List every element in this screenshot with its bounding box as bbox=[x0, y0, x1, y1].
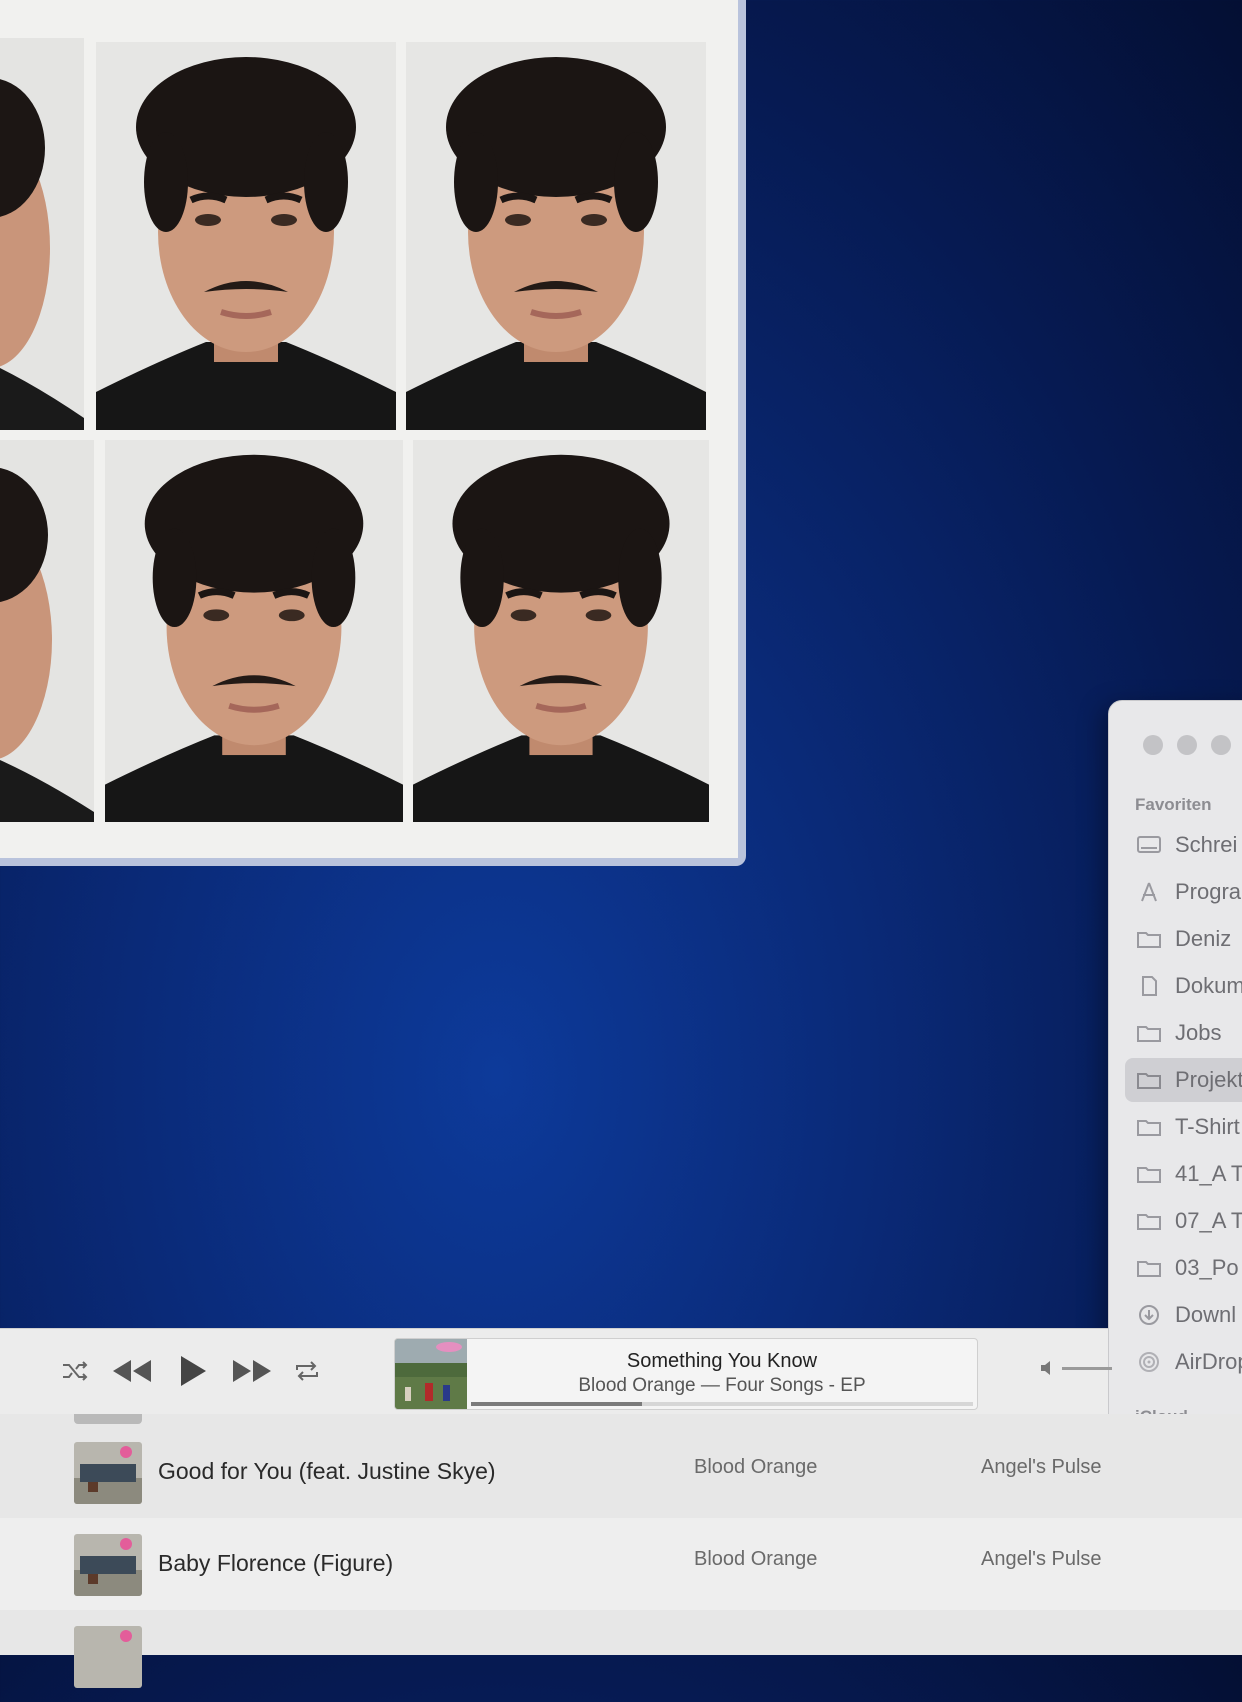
sidebar-item-07a[interactable]: 07_A T bbox=[1125, 1199, 1242, 1243]
sidebar-heading-favorites: Favoriten bbox=[1135, 795, 1212, 814]
song-album: Angel's Pulse bbox=[981, 1548, 1102, 1570]
song-album: Angel's Pulse bbox=[981, 1456, 1102, 1478]
folder-icon bbox=[1135, 1210, 1163, 1232]
song-list: Good for You (feat. Justine Skye) Blood … bbox=[0, 1414, 1242, 1688]
rewind-icon bbox=[113, 1360, 151, 1382]
album-artwork bbox=[74, 1626, 142, 1688]
portrait-photo bbox=[96, 42, 396, 430]
next-track-button[interactable] bbox=[230, 1353, 274, 1389]
song-title: Baby Florence (Figure) bbox=[158, 1550, 394, 1576]
sidebar-item-label: Downl bbox=[1175, 1302, 1237, 1327]
album-artwork bbox=[74, 1442, 142, 1504]
minimize-window-button[interactable] bbox=[1177, 735, 1197, 755]
sidebar-item-41a[interactable]: 41_A T bbox=[1125, 1152, 1242, 1196]
sidebar-item-label: Deniz bbox=[1175, 926, 1232, 951]
shuffle-icon bbox=[63, 1361, 88, 1381]
portrait-photo bbox=[0, 38, 84, 430]
now-playing-title: Something You Know bbox=[626, 1350, 818, 1372]
song-artist: Blood Orange bbox=[694, 1548, 818, 1570]
sidebar-item-label: Jobs bbox=[1175, 1020, 1222, 1045]
sidebar-item-label: 07_A T bbox=[1175, 1208, 1242, 1233]
sidebar-item-label: Projekt bbox=[1175, 1067, 1242, 1092]
repeat-icon bbox=[296, 1361, 318, 1381]
zoom-window-button[interactable] bbox=[1211, 735, 1231, 755]
play-icon bbox=[181, 1356, 206, 1386]
volume-control[interactable] bbox=[1040, 1360, 1112, 1376]
portrait-photo bbox=[413, 440, 709, 822]
volume-icon bbox=[1041, 1361, 1050, 1375]
now-playing-display[interactable]: Something You Know Blood Orange — Four S… bbox=[394, 1338, 978, 1410]
sidebar-item-deniz[interactable]: Deniz bbox=[1125, 917, 1242, 961]
table-row[interactable]: Good for You (feat. Justine Skye) Blood … bbox=[0, 1426, 1242, 1518]
folder-icon bbox=[1135, 928, 1163, 950]
album-artwork bbox=[74, 1534, 142, 1596]
desktop-icon bbox=[1135, 834, 1163, 856]
sidebar-item-label: Schrei bbox=[1175, 832, 1238, 857]
download-icon bbox=[1135, 1304, 1163, 1326]
sidebar-item-documents[interactable]: Dokum bbox=[1125, 964, 1242, 1008]
volume-slider-track[interactable] bbox=[1062, 1366, 1112, 1370]
music-player-bar: Something You Know Blood Orange — Four S… bbox=[0, 1328, 1112, 1415]
table-row[interactable] bbox=[0, 1610, 1242, 1702]
playback-progress-bar[interactable] bbox=[471, 1402, 973, 1406]
sidebar-item-label: Dokum bbox=[1175, 973, 1242, 998]
applications-icon bbox=[1135, 881, 1163, 903]
sidebar-item-applications[interactable]: Progra bbox=[1125, 870, 1242, 914]
folder-icon bbox=[1135, 1069, 1163, 1091]
folder-icon bbox=[1135, 1022, 1163, 1044]
sidebar-item-tshirt[interactable]: T-Shirt bbox=[1125, 1105, 1242, 1149]
repeat-button[interactable] bbox=[292, 1353, 322, 1389]
portrait-photo bbox=[406, 42, 706, 430]
now-playing-artist-album: Blood Orange — Four Songs - EP bbox=[578, 1375, 866, 1396]
sidebar-item-jobs[interactable]: Jobs bbox=[1125, 1011, 1242, 1055]
close-window-button[interactable] bbox=[1143, 735, 1163, 755]
sidebar-item-03po[interactable]: 03_Po bbox=[1125, 1246, 1242, 1290]
song-artist: Blood Orange bbox=[694, 1456, 818, 1478]
shuffle-button[interactable] bbox=[60, 1353, 90, 1389]
sidebar-item-label: T-Shirt bbox=[1175, 1114, 1240, 1139]
portrait-photo bbox=[105, 440, 403, 822]
sidebar-item-projekt[interactable]: Projekt bbox=[1125, 1058, 1242, 1102]
previous-track-button[interactable] bbox=[110, 1353, 154, 1389]
finder-window[interactable]: Favoriten Schrei Progra Deniz Dokum Jobs… bbox=[1108, 700, 1242, 1432]
table-row[interactable]: Baby Florence (Figure) Blood Orange Ange… bbox=[0, 1518, 1242, 1610]
folder-icon bbox=[1135, 1257, 1163, 1279]
sidebar-item-desktop[interactable]: Schrei bbox=[1125, 823, 1242, 867]
sidebar-item-label: 03_Po bbox=[1175, 1255, 1239, 1280]
album-artwork bbox=[395, 1339, 467, 1409]
play-button[interactable] bbox=[176, 1353, 210, 1389]
passport-photo-sheet bbox=[0, 0, 738, 858]
sidebar-item-label: Progra bbox=[1175, 879, 1242, 904]
sidebar-item-label: 41_A T bbox=[1175, 1161, 1242, 1186]
sidebar-item-downloads[interactable]: Downl bbox=[1125, 1293, 1242, 1337]
sidebar-item-label: AirDrop bbox=[1175, 1349, 1242, 1374]
folder-icon bbox=[1135, 1163, 1163, 1185]
document-icon bbox=[1135, 975, 1163, 997]
folder-icon bbox=[1135, 1116, 1163, 1138]
playback-progress-fill bbox=[471, 1402, 642, 1406]
album-artwork bbox=[74, 1414, 142, 1424]
song-title: Good for You (feat. Justine Skye) bbox=[158, 1458, 496, 1484]
airdrop-icon bbox=[1135, 1351, 1163, 1373]
portrait-photo bbox=[0, 440, 94, 822]
sidebar-item-airdrop[interactable]: AirDrop bbox=[1125, 1340, 1242, 1384]
fast-forward-icon bbox=[233, 1360, 271, 1382]
photo-viewer-window[interactable] bbox=[0, 0, 746, 866]
